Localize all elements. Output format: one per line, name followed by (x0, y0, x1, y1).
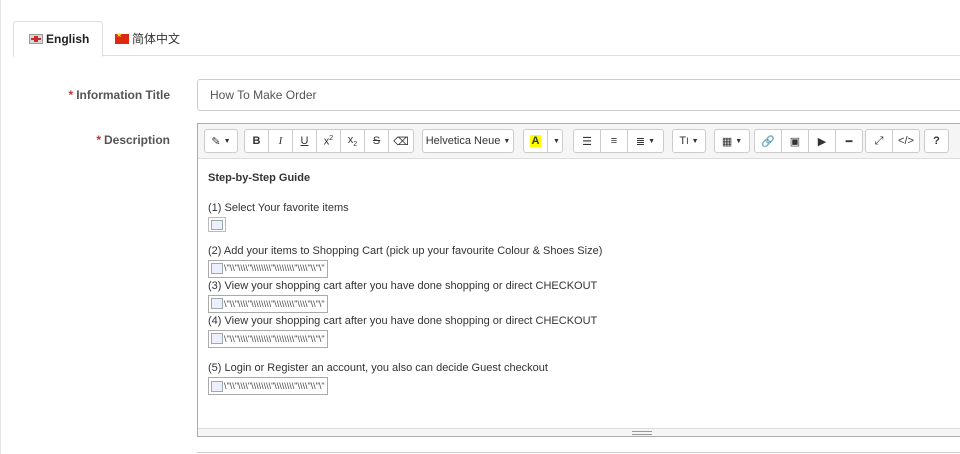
china-flag-icon (115, 31, 129, 44)
broken-image: \"\\"\\\\"\\\\\\\\"\\\\\\\\"\\\\"\\"\" (208, 294, 328, 313)
broken-image-icon (211, 298, 223, 310)
strikethrough-icon: S (372, 135, 381, 147)
image-icon: ▣ (789, 135, 801, 148)
align-left-icon: ≣ (635, 135, 646, 148)
tab-chinese[interactable]: 简体中文 (100, 21, 193, 56)
editor-content[interactable]: Step-by-Step Guide (1) Select Your favor… (198, 159, 960, 427)
broken-image: \"\\"\\\\"\\\\\\\\"\\\\\\\\"\\\\"\\"\" (208, 259, 328, 278)
superscript-icon: x2 (323, 134, 334, 148)
fullscreen-icon: ⤢ (874, 134, 884, 147)
description-editor: ✎ ▼ B I U x2 x2 S ⌫ Helvetica Neue ▼ A ▼ ☰… (197, 123, 960, 437)
style-button[interactable]: ✎ ▼ (204, 129, 238, 153)
description-label: * Description (96, 133, 170, 147)
code-icon: </> (898, 135, 914, 147)
broken-image-icon (211, 333, 223, 345)
italic-button[interactable]: I (268, 129, 293, 153)
magic-wand-icon: ✎ (211, 135, 221, 148)
subscript-icon: x2 (347, 133, 358, 149)
broken-image-icon (211, 263, 223, 275)
strikethrough-button[interactable]: S (364, 129, 389, 153)
required-mark: * (96, 133, 101, 147)
step-1: (1) Select Your favorite items (208, 201, 349, 214)
eraser-icon: ⌫ (393, 135, 409, 148)
underline-button[interactable]: U (292, 129, 317, 153)
numbered-list-icon: ≡ (610, 135, 618, 147)
font-family-select[interactable]: Helvetica Neue ▼ (422, 129, 514, 153)
broken-image: \"\\"\\\\"\\\\\\\\"\\\\\\\\"\\\\"\\"\" (208, 329, 328, 348)
uk-flag-icon (29, 34, 43, 44)
broken-image (208, 216, 226, 232)
video-button[interactable]: ▶ (808, 129, 836, 153)
step-2: (2) Add your items to Shopping Cart (pic… (208, 244, 603, 257)
step-4: (4) View your shopping cart after you ha… (208, 315, 598, 328)
line-height-button[interactable]: T I ▼ (672, 129, 706, 153)
horizontal-rule-icon: ━ (845, 135, 853, 148)
resize-grip-icon (632, 431, 652, 435)
superscript-button[interactable]: x2 (316, 129, 341, 153)
video-icon: ▶ (817, 135, 827, 148)
bold-button[interactable]: B (244, 129, 269, 153)
subscript-button[interactable]: x2 (340, 129, 365, 153)
information-title-label: * Information Title (68, 88, 170, 102)
required-mark: * (68, 88, 74, 102)
step-5: (5) Login or Register an account, you al… (208, 362, 548, 375)
chevron-down-icon: ▼ (553, 137, 560, 145)
ordered-list-button[interactable]: ≡ (600, 129, 628, 153)
horizontal-rule-button[interactable]: ━ (835, 129, 863, 153)
editor-toolbar: ✎ ▼ B I U x2 x2 S ⌫ Helvetica Neue ▼ A ▼ ☰… (198, 124, 960, 159)
content-heading: Step-by-Step Guide (208, 172, 311, 184)
bullet-list-icon: ☰ (582, 135, 592, 148)
unordered-list-button[interactable]: ☰ (573, 129, 601, 153)
editor-resize-handle[interactable] (198, 428, 960, 436)
highlight-icon: A (529, 135, 542, 147)
clear-format-button[interactable]: ⌫ (388, 129, 414, 153)
tab-english[interactable]: English (13, 21, 104, 57)
help-icon: ? (933, 135, 940, 147)
link-icon: 🔗 (761, 135, 775, 148)
tab-english-label: English (46, 32, 90, 46)
image-button[interactable]: ▣ (781, 129, 809, 153)
underline-icon: U (300, 135, 309, 147)
tab-chinese-label: 简体中文 (132, 32, 181, 46)
link-button[interactable]: 🔗 (754, 129, 782, 153)
highlight-color-button[interactable]: A (523, 129, 548, 153)
broken-image: \"\\"\\\\"\\\\\\\\"\\\\\\\\"\\\\"\\"\" (208, 377, 328, 396)
step-3: (3) View your shopping cart after you ha… (208, 279, 598, 292)
page-edge (0, 0, 1, 454)
information-title-input[interactable] (197, 79, 960, 111)
table-icon: ▦ (721, 135, 733, 148)
help-button[interactable]: ? (924, 129, 949, 153)
bold-icon: B (252, 135, 261, 147)
paragraph-align-button[interactable]: ≣ ▼ (627, 129, 664, 153)
color-dropdown-button[interactable]: ▼ (547, 129, 563, 153)
broken-image-icon (211, 380, 223, 392)
fullscreen-button[interactable]: ⤢ (865, 129, 893, 153)
code-view-button[interactable]: </> (892, 129, 920, 153)
language-tabs: English 简体中文 (13, 21, 960, 57)
text-height-icon: T (679, 135, 687, 147)
table-button[interactable]: ▦ ▼ (714, 129, 750, 153)
italic-icon: I (278, 135, 283, 147)
